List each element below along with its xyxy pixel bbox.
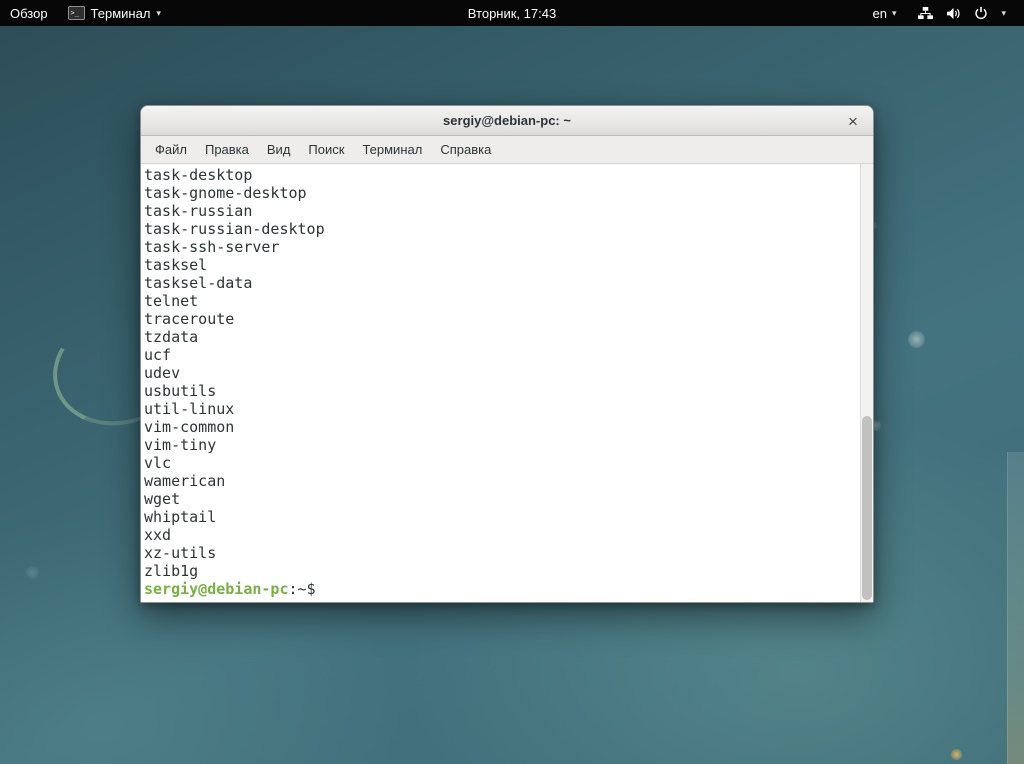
terminal-output: task-desktoptask-gnome-desktoptask-russi…: [144, 166, 857, 580]
terminal-line: tasksel-data: [144, 274, 857, 292]
volume-icon: [946, 7, 961, 20]
terminal-line: ucf: [144, 346, 857, 364]
menu-bar: Файл Правка Вид Поиск Терминал Справка: [141, 136, 873, 164]
system-menu-button[interactable]: ▾: [908, 0, 1016, 26]
scrollbar-thumb[interactable]: [862, 416, 872, 600]
app-menu-button[interactable]: >_ Терминал ▾: [58, 0, 171, 26]
prompt-rest: :~$: [289, 580, 325, 598]
chevron-down-icon: ▾: [892, 8, 897, 19]
menu-edit[interactable]: Правка: [196, 137, 258, 162]
prompt-user-host: sergiy@debian-pc: [144, 580, 289, 598]
top-bar: Обзор >_ Терминал ▾ Вторник, 17:43 en ▾: [0, 0, 1024, 26]
activities-button[interactable]: Обзор: [0, 0, 58, 26]
terminal-line: tzdata: [144, 328, 857, 346]
keyboard-layout-button[interactable]: en ▾: [860, 0, 908, 26]
terminal-line: usbutils: [144, 382, 857, 400]
wallpaper-dot: [908, 331, 925, 348]
topbar-right: en ▾: [860, 0, 1024, 26]
window-titlebar[interactable]: sergiy@debian-pc: ~ ×: [141, 106, 873, 136]
menu-view[interactable]: Вид: [258, 137, 300, 162]
terminal-app-icon: >_: [68, 6, 85, 20]
chevron-down-icon: ▾: [156, 8, 161, 19]
terminal-line: task-ssh-server: [144, 238, 857, 256]
terminal-line: traceroute: [144, 310, 857, 328]
network-icon: [918, 7, 933, 20]
prompt-line: sergiy@debian-pc:~$: [144, 580, 857, 598]
terminal-line: xz-utils: [144, 544, 857, 562]
close-button[interactable]: ×: [841, 109, 865, 133]
chevron-down-icon: ▾: [1001, 8, 1006, 19]
terminal-line: vlc: [144, 454, 857, 472]
keyboard-layout-label: en: [872, 6, 886, 21]
terminal-line: wget: [144, 490, 857, 508]
menu-file[interactable]: Файл: [146, 137, 196, 162]
terminal-content[interactable]: task-desktoptask-gnome-desktoptask-russi…: [141, 164, 873, 602]
terminal-line: whiptail: [144, 508, 857, 526]
terminal-line: task-russian: [144, 202, 857, 220]
terminal-line: udev: [144, 364, 857, 382]
app-menu-label: Терминал: [91, 6, 151, 21]
wallpaper-edge-strip: [1007, 452, 1024, 764]
topbar-center: Вторник, 17:43: [458, 0, 566, 26]
terminal-line: vim-tiny: [144, 436, 857, 454]
terminal-line: task-gnome-desktop: [144, 184, 857, 202]
terminal-line: xxd: [144, 526, 857, 544]
terminal-line: task-desktop: [144, 166, 857, 184]
menu-help[interactable]: Справка: [431, 137, 500, 162]
topbar-left: Обзор >_ Терминал ▾: [0, 0, 171, 26]
scrollbar[interactable]: [860, 164, 873, 602]
terminal-line: task-russian-desktop: [144, 220, 857, 238]
clock-button[interactable]: Вторник, 17:43: [458, 0, 566, 26]
terminal-line: vim-common: [144, 418, 857, 436]
terminal-window: sergiy@debian-pc: ~ × Файл Правка Вид По…: [140, 105, 874, 603]
terminal-line: tasksel: [144, 256, 857, 274]
window-title: sergiy@debian-pc: ~: [443, 113, 571, 128]
terminal-line: util-linux: [144, 400, 857, 418]
power-icon: [974, 6, 988, 20]
wallpaper-dot-orange: [951, 749, 962, 760]
wallpaper-dot: [26, 566, 39, 579]
menu-terminal[interactable]: Терминал: [353, 137, 431, 162]
terminal-line: zlib1g: [144, 562, 857, 580]
terminal-line: wamerican: [144, 472, 857, 490]
terminal-line: telnet: [144, 292, 857, 310]
menu-search[interactable]: Поиск: [299, 137, 353, 162]
